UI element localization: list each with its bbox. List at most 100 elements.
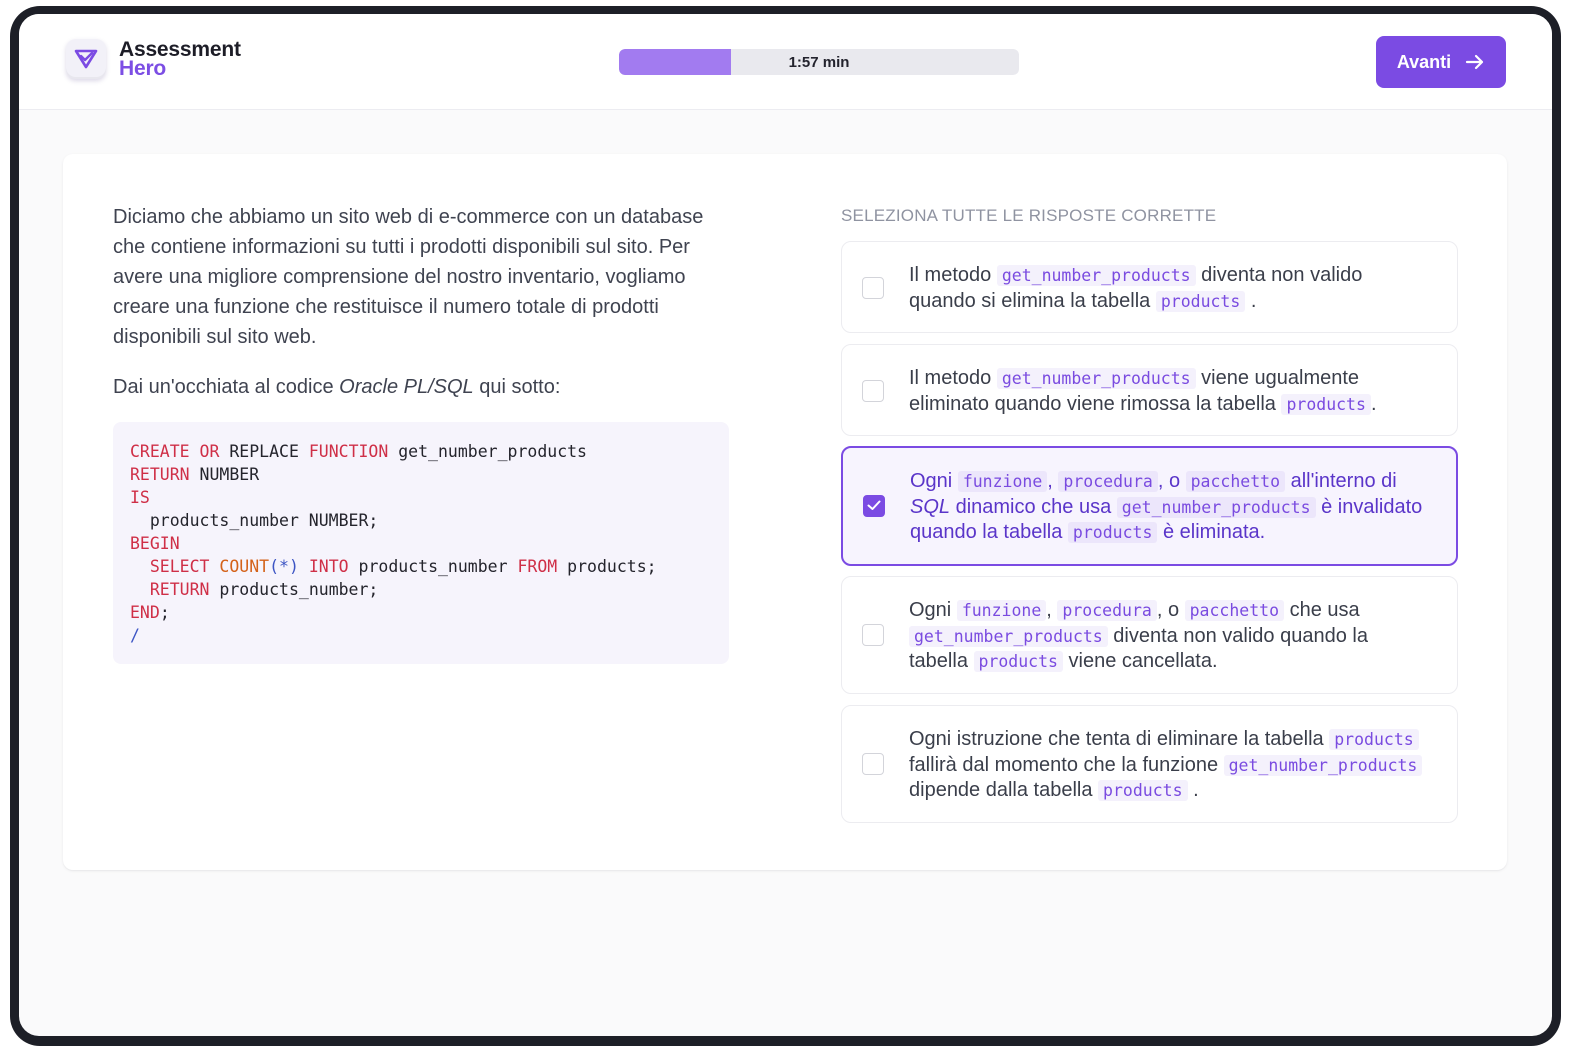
- code-token: products_number;: [209, 580, 379, 599]
- code-token: ;: [159, 603, 170, 622]
- option-text-part: dinamico che usa: [950, 495, 1117, 518]
- inline-code: products: [1098, 780, 1188, 801]
- option-text-part: Il metodo: [909, 264, 997, 286]
- code-token: FUNCTION: [308, 442, 389, 461]
- inline-code: pacchetto: [1184, 600, 1285, 621]
- code-line: RETURN NUMBER: [130, 463, 712, 486]
- inline-code: funzione: [957, 471, 1048, 492]
- inline-code: pacchetto: [1185, 471, 1286, 492]
- intro-prefix: Dai un'occhiata al codice: [113, 376, 340, 398]
- option-checkbox[interactable]: [862, 624, 884, 646]
- inline-code: products: [1329, 729, 1419, 750]
- question-card: Diciamo che abbiamo un sito web di e-com…: [63, 154, 1507, 870]
- option-text: Ogni funzione, procedura, o pacchetto ch…: [909, 598, 1429, 675]
- code-token: products_number NUMBER;: [130, 511, 379, 530]
- option-text-part: Il metodo: [909, 367, 997, 389]
- timer-progress-bar: 1:57 min: [619, 49, 1019, 75]
- brand-line-2: Hero: [119, 57, 167, 80]
- option-text-part: Ogni istruzione che tenta di eliminare l…: [909, 728, 1330, 750]
- question-code-intro: Dai un'occhiata al codice Oracle PL/SQL …: [113, 372, 733, 402]
- code-token: RETURN: [149, 580, 210, 599]
- inline-code: products: [973, 651, 1063, 672]
- option-text: Ogni istruzione che tenta di eliminare l…: [909, 727, 1429, 804]
- code-token: (*): [269, 557, 299, 576]
- code-token: FROM: [517, 557, 558, 576]
- intro-suffix: qui sotto:: [473, 376, 561, 398]
- answer-option-1[interactable]: Il metodo get_number_products diventa no…: [841, 241, 1458, 333]
- code-token: REPLACE: [219, 442, 309, 461]
- code-line: BEGIN: [130, 532, 712, 555]
- answer-instruction: SELEZIONA TUTTE LE RISPOSTE CORRETTE: [841, 206, 1217, 225]
- inline-code: get_number_products: [1116, 496, 1316, 518]
- option-text-part: dipende dalla tabella: [909, 779, 1099, 801]
- code-line: SELECT COUNT(*) INTO products_number FRO…: [130, 555, 712, 578]
- inline-code: get_number_products: [996, 368, 1196, 389]
- option-text-part: .: [1245, 289, 1257, 312]
- timer-label: 1:57 min: [788, 53, 850, 71]
- inline-code: products: [1155, 290, 1246, 312]
- inline-code: get_number_products: [996, 265, 1196, 286]
- code-token: get_number_products: [388, 442, 587, 461]
- code-line: END;: [130, 601, 712, 624]
- inline-code: procedura: [1057, 600, 1157, 621]
- code-token: OR: [199, 442, 220, 461]
- option-checkbox[interactable]: [862, 380, 884, 402]
- answer-option-5[interactable]: Ogni istruzione che tenta di eliminare l…: [841, 705, 1458, 823]
- answer-option-4[interactable]: Ogni funzione, procedura, o pacchetto ch…: [841, 576, 1458, 694]
- code-line: /: [130, 624, 712, 647]
- code-token: INTO: [308, 557, 349, 576]
- code-token: RETURN: [130, 465, 190, 484]
- answer-option-2[interactable]: Il metodo get_number_products viene ugua…: [841, 344, 1458, 436]
- option-text-part: è eliminata.: [1157, 521, 1266, 543]
- app-screen: Assessment Hero 1:57 min Avanti Diciamo …: [19, 14, 1552, 1036]
- question-text: Diciamo che abbiamo un sito web di e-com…: [113, 202, 733, 402]
- inline-code: procedura: [1058, 471, 1158, 492]
- option-checkbox[interactable]: [863, 495, 885, 517]
- option-text-part: viene cancellata.: [1062, 650, 1218, 672]
- option-text-part: , o: [1157, 470, 1186, 492]
- code-token: products_number: [348, 557, 518, 576]
- code-token: END: [130, 603, 160, 622]
- code-token: SELECT: [149, 557, 210, 576]
- option-text: Il metodo get_number_products diventa no…: [909, 263, 1429, 314]
- checkmark-icon: [867, 500, 881, 510]
- option-text-part: .: [1370, 392, 1377, 415]
- next-button-label: Avanti: [1396, 51, 1452, 72]
- code-token: IS: [130, 488, 150, 507]
- option-text-part: .: [1187, 779, 1199, 801]
- code-line: products_number NUMBER;: [130, 509, 712, 532]
- code-block: CREATE OR REPLACE FUNCTION get_number_pr…: [113, 422, 729, 664]
- next-button[interactable]: Avanti: [1376, 36, 1506, 88]
- inline-code: get_number_products: [909, 625, 1108, 647]
- top-bar: Assessment Hero 1:57 min Avanti: [19, 14, 1552, 110]
- logo: [66, 39, 106, 79]
- inline-code: get_number_products: [1223, 754, 1423, 776]
- intro-language: Oracle PL/SQL: [339, 376, 474, 398]
- option-checkbox[interactable]: [862, 277, 884, 299]
- brand-name: Assessment Hero: [119, 39, 241, 80]
- option-text-part: che usa: [1284, 599, 1360, 621]
- code-token: CREATE: [130, 442, 190, 461]
- question-paragraph: Diciamo che abbiamo un sito web di e-com…: [113, 206, 704, 348]
- code-line: RETURN products_number;: [130, 578, 712, 601]
- option-text-part: fallirà dal momento che la funzione: [909, 753, 1224, 776]
- code-token: /: [130, 626, 140, 645]
- answer-option-3[interactable]: Ogni funzione, procedura, o pacchetto al…: [841, 446, 1458, 566]
- option-text-part: Ogni: [909, 599, 957, 621]
- option-text: Ogni funzione, procedura, o pacchetto al…: [910, 469, 1430, 546]
- option-text-part: Ogni: [910, 470, 958, 492]
- code-token: NUMBER: [189, 465, 260, 484]
- option-checkbox[interactable]: [862, 753, 884, 775]
- code-token: BEGIN: [130, 534, 180, 553]
- inline-code: funzione: [956, 600, 1047, 621]
- heart-check-icon: [74, 49, 98, 69]
- option-text-part: ,: [1046, 599, 1058, 621]
- code-token: COUNT: [219, 557, 270, 576]
- code-line: CREATE OR REPLACE FUNCTION get_number_pr…: [130, 440, 712, 463]
- inline-code: products: [1281, 393, 1371, 415]
- inline-code: products: [1067, 522, 1158, 543]
